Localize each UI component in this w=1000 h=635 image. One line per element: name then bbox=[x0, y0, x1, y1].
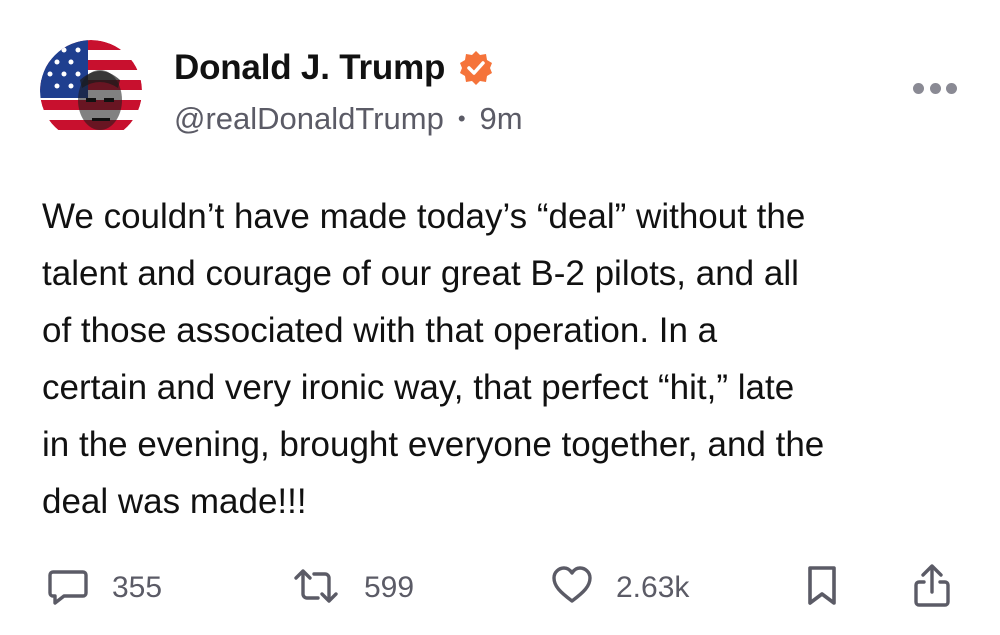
bookmark-button[interactable] bbox=[804, 560, 840, 616]
more-dot bbox=[913, 82, 924, 94]
reply-icon bbox=[46, 564, 90, 613]
more-dot bbox=[929, 82, 941, 94]
author-handle-row: @realDonaldTrump • 9m bbox=[174, 101, 523, 137]
share-button[interactable] bbox=[910, 560, 954, 616]
post-timestamp[interactable]: 9m bbox=[480, 101, 523, 137]
retruth-count: 599 bbox=[364, 571, 415, 604]
reply-count: 355 bbox=[112, 571, 163, 604]
author-display-name[interactable]: Donald J. Trump bbox=[174, 48, 445, 88]
like-count: 2.63k bbox=[616, 571, 690, 604]
separator-dot: • bbox=[457, 106, 466, 131]
avatar[interactable] bbox=[40, 40, 142, 142]
like-button[interactable]: 2.63k bbox=[550, 560, 689, 616]
bookmark-icon bbox=[804, 564, 840, 613]
retruth-button[interactable]: 599 bbox=[290, 560, 414, 616]
author-name-row: Donald J. Trump bbox=[174, 48, 495, 88]
like-icon bbox=[550, 564, 594, 613]
post-text: We couldn’t have made today’s “deal” wit… bbox=[42, 197, 825, 521]
verified-badge-icon bbox=[457, 49, 495, 87]
more-dot bbox=[946, 82, 957, 94]
author-handle[interactable]: @realDonaldTrump bbox=[174, 101, 444, 137]
reply-button[interactable]: 355 bbox=[46, 560, 162, 616]
retruth-icon bbox=[290, 564, 342, 613]
post-actions-bar: 355 599 2.63k bbox=[0, 560, 1000, 616]
post-card: Donald J. Trump @realDonaldTrump • 9m We… bbox=[0, 0, 1000, 635]
share-icon bbox=[910, 562, 954, 615]
more-options-icon[interactable] bbox=[913, 78, 957, 98]
